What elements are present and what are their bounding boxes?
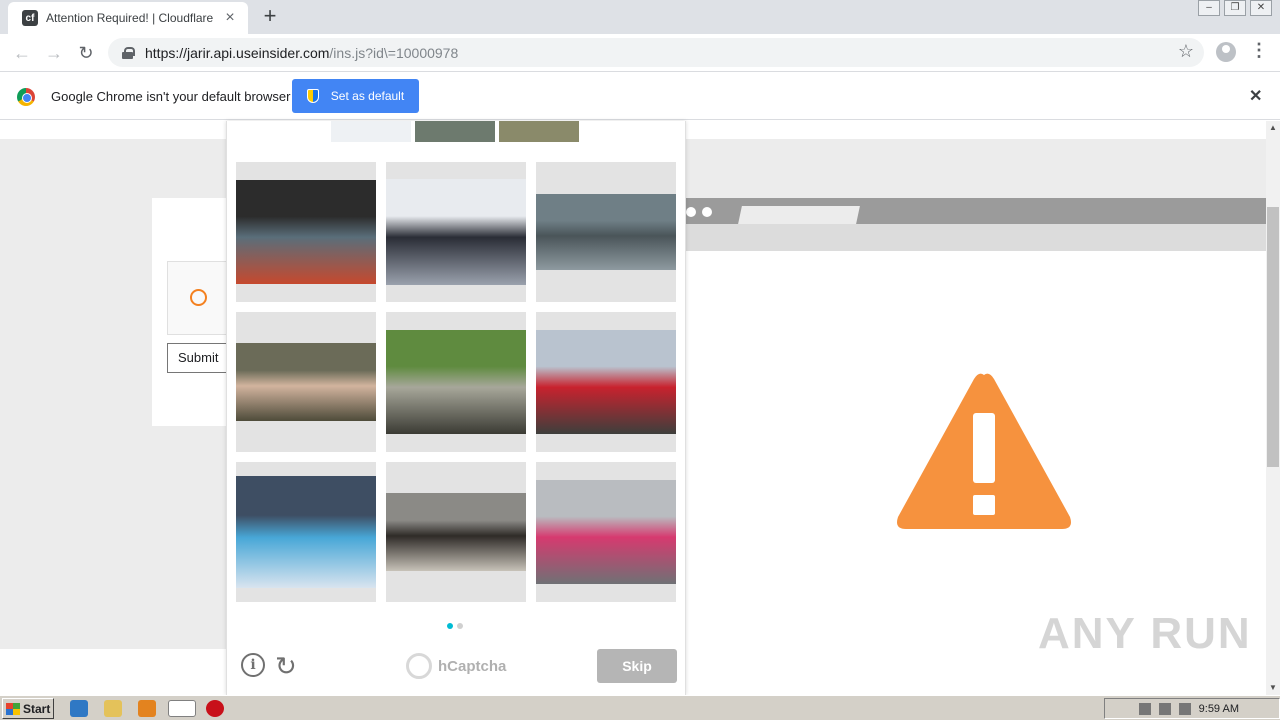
loading-spinner-icon (190, 289, 207, 306)
captcha-tile[interactable] (536, 312, 676, 452)
red-white-airplane-image (536, 330, 676, 434)
refresh-icon[interactable]: ↻ (275, 651, 297, 682)
pink-stripe-train-image (536, 480, 676, 584)
minimize-button[interactable]: – (1198, 0, 1220, 16)
chrome-logo-icon (17, 88, 35, 106)
submit-button[interactable]: Submit (167, 343, 227, 373)
page-dot (457, 623, 463, 629)
infobar-close-icon[interactable]: ✕ (1249, 86, 1262, 106)
scroll-down-arrow-icon[interactable]: ▼ (1266, 681, 1280, 695)
warning-triangle-icon (897, 373, 1071, 529)
start-button[interactable]: Start (2, 698, 54, 719)
media-player-icon[interactable] (138, 700, 156, 717)
street-bus-japan-image (386, 493, 526, 571)
set-as-default-label: Set as default (330, 89, 405, 103)
window-controls: – ❐ ✕ (1198, 0, 1272, 16)
tab-close-icon[interactable]: × (222, 9, 238, 27)
profile-avatar-icon[interactable] (1216, 42, 1236, 62)
network-icon[interactable] (1158, 702, 1171, 715)
aerobatic-plane-image (236, 476, 376, 588)
example-image (499, 121, 579, 142)
captcha-tile[interactable] (386, 312, 526, 452)
skip-button[interactable]: Skip (597, 649, 677, 683)
motorcycle-closeup-image (386, 179, 526, 285)
url-host: https://jarir.api.useinsider.com (145, 44, 330, 61)
forward-arrow-icon[interactable]: → (38, 37, 70, 69)
url-path: /ins.js?id\=10000978 (329, 44, 459, 61)
example-image (331, 121, 411, 142)
anyrun-watermark: ANY RUN (1038, 609, 1252, 658)
hcaptcha-logo[interactable]: hCaptcha (406, 653, 506, 679)
address-bar[interactable]: https://jarir.api.useinsider.com/ins.js?… (108, 38, 1204, 67)
fighter-jet-carrier-image (536, 194, 676, 270)
illustration-dot (702, 207, 712, 217)
back-arrow-icon[interactable]: ← (6, 37, 38, 69)
reload-icon[interactable]: ↻ (70, 37, 102, 69)
page-indicator (447, 623, 463, 629)
bookmark-star-icon[interactable]: ☆ (1178, 41, 1194, 62)
chrome-menu-icon[interactable]: ⋮ (1250, 40, 1268, 61)
captcha-tile[interactable] (386, 162, 526, 302)
windows-taskbar: Start 9:59 AM (0, 695, 1280, 720)
vintage-bus-image (386, 330, 526, 434)
browser-illustration-tab (738, 206, 860, 224)
system-tray: 9:59 AM (1104, 698, 1280, 719)
restore-button[interactable]: ❐ (1224, 0, 1246, 16)
captcha-tile[interactable] (236, 312, 376, 452)
volume-icon[interactable] (1138, 702, 1151, 715)
scroll-up-arrow-icon[interactable]: ▲ (1266, 121, 1280, 135)
default-browser-infobar: Google Chrome isn't your default browser… (0, 71, 1280, 120)
cloudflare-favicon-icon: cf (22, 10, 38, 26)
lock-icon (122, 46, 135, 59)
dragon-boat-rowers-image (236, 180, 376, 284)
flag-icon[interactable] (1178, 702, 1191, 715)
example-image (415, 121, 495, 142)
ie-icon[interactable] (70, 700, 88, 717)
page-dot-active (447, 623, 453, 629)
soldier-blurred-face-image (236, 343, 376, 421)
explorer-folder-icon[interactable] (104, 700, 122, 717)
tab-strip: cf Attention Required! | Cloudflare × + … (0, 0, 1280, 34)
uac-shield-icon (306, 89, 319, 103)
captcha-tile[interactable] (536, 162, 676, 302)
chrome-taskbar-icon[interactable] (168, 700, 196, 717)
hcaptcha-brand: hCaptcha (438, 657, 507, 675)
captcha-tile[interactable] (536, 462, 676, 602)
tab-title: Attention Required! | Cloudflare (46, 11, 214, 25)
set-as-default-button[interactable]: Set as default (292, 79, 419, 113)
infobar-message: Google Chrome isn't your default browser (51, 89, 291, 104)
hcaptcha-mark-icon (406, 653, 432, 679)
hcaptcha-challenge: i ↻ hCaptcha Skip (226, 121, 686, 695)
tab-cloudflare[interactable]: cf Attention Required! | Cloudflare × (8, 2, 248, 34)
stop-app-icon[interactable] (206, 700, 224, 717)
windows-logo-icon (6, 702, 20, 715)
new-tab-button[interactable]: + (258, 5, 282, 29)
browser-illustration-subbar (686, 224, 1266, 251)
image-grid (236, 162, 676, 602)
captcha-tile[interactable] (386, 462, 526, 602)
captcha-tile[interactable] (236, 462, 376, 602)
captcha-tile[interactable] (236, 162, 376, 302)
close-window-button[interactable]: ✕ (1250, 0, 1272, 16)
info-icon[interactable]: i (241, 653, 265, 677)
example-images (331, 121, 579, 142)
page-scrollbar[interactable]: ▲ ▼ (1266, 121, 1280, 695)
illustration-dot (686, 207, 696, 217)
start-label: Start (23, 701, 51, 716)
browser-toolbar: ← → ↻ https://jarir.api.useinsider.com/i… (0, 34, 1280, 71)
scroll-thumb[interactable] (1267, 207, 1279, 467)
clock[interactable]: 9:59 AM (1199, 703, 1239, 715)
